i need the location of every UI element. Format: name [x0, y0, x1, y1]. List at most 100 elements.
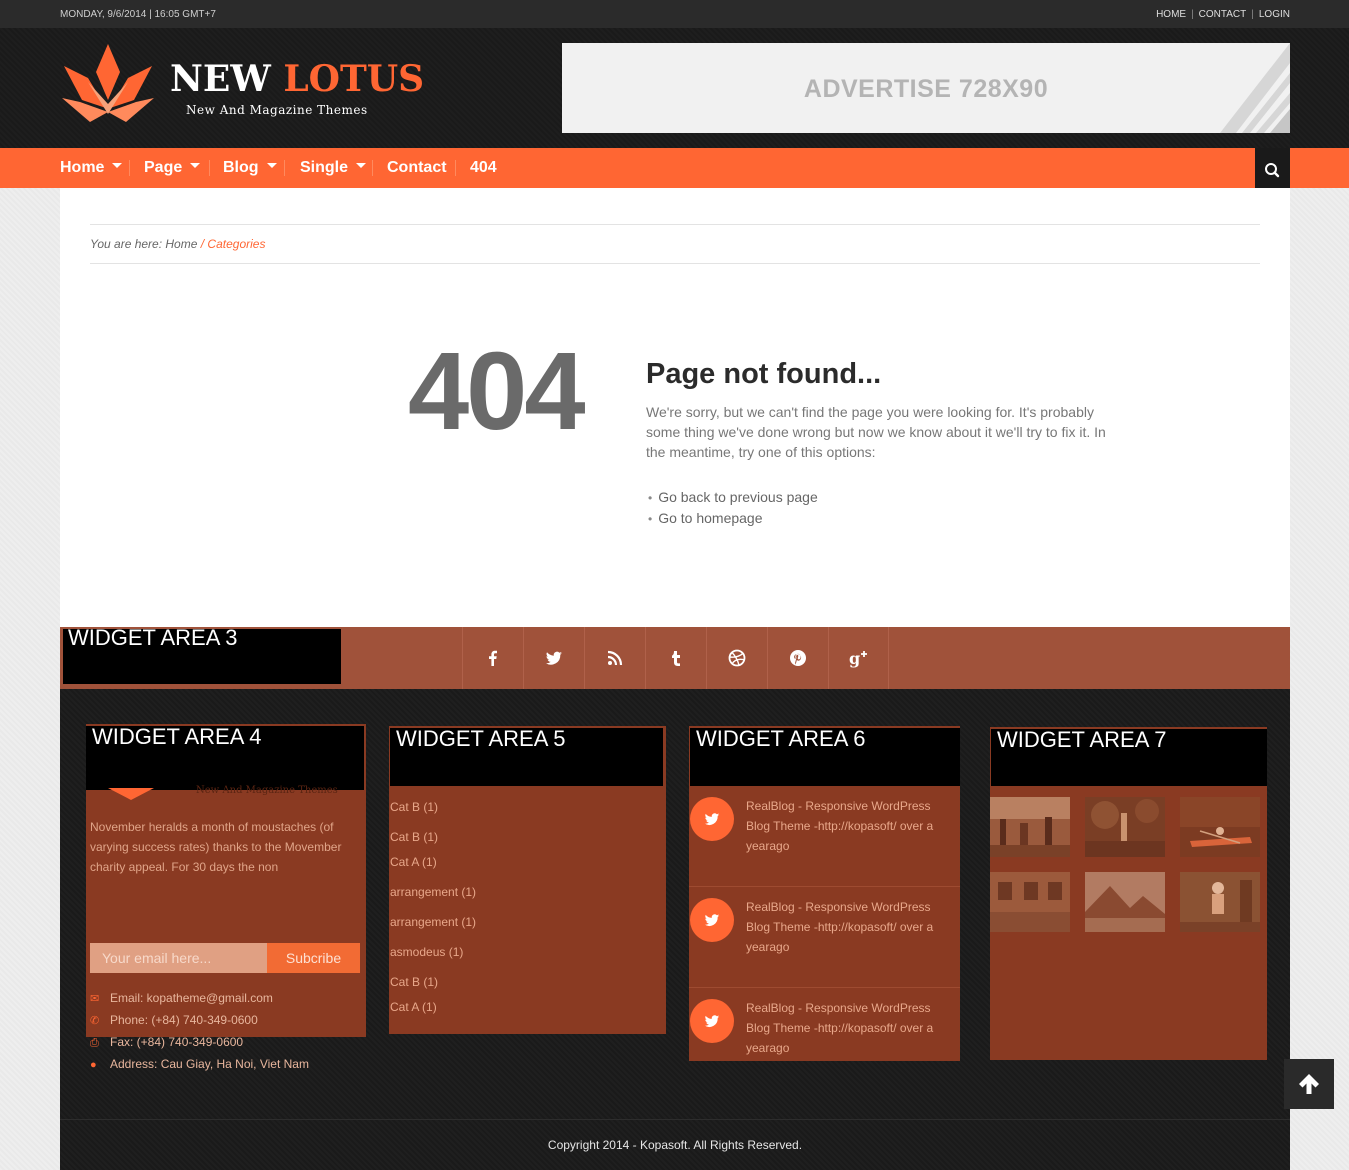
go-back-link[interactable]: Go back to previous page [648, 487, 818, 508]
lotus-logo-icon [108, 788, 154, 800]
date-time: MONDAY, 9/6/2014 | 16:05 GMT+7 [60, 9, 216, 20]
top-link-contact[interactable]: CONTACT [1199, 9, 1247, 20]
error-code: 404 [408, 330, 586, 453]
category-link[interactable]: Cat B (1) [390, 975, 438, 989]
breadcrumb-current: Categories [207, 237, 266, 251]
dribbble-icon[interactable] [706, 627, 767, 689]
breadcrumb-home-link[interactable]: Home [165, 237, 197, 251]
widget-logo-tagline: New And Magazine Themes [196, 785, 338, 796]
category-link[interactable]: Cat A (1) [390, 1000, 437, 1014]
widget-area-7-title: WIDGET AREA 7 [991, 729, 1267, 786]
back-to-top-button[interactable] [1284, 1059, 1334, 1109]
gallery-thumbnail[interactable] [1085, 872, 1165, 932]
arrow-up-icon [1299, 1074, 1319, 1094]
newsletter-email-input[interactable]: Your email here... [90, 943, 267, 973]
google-plus-icon[interactable]: g [828, 627, 889, 689]
fax-icon: ⎙ [90, 1037, 99, 1049]
tweet-text[interactable]: RealBlog - Responsive WordPress Blog The… [746, 998, 951, 1058]
main-content: You are here: Home / Categories 404 Page… [60, 188, 1290, 628]
nav-item-contact[interactable]: Contact [387, 148, 447, 188]
envelope-icon: ✉ [90, 993, 100, 1005]
twitter-icon [690, 999, 734, 1043]
site-tagline: New And Magazine Themes [186, 103, 368, 117]
nav-item-single[interactable]: Single [300, 148, 367, 188]
nav-label: Blog [223, 159, 259, 176]
subscribe-button[interactable]: Subcribe [267, 943, 360, 973]
ad-stripes-decoration [1220, 43, 1290, 133]
widget-area-5: WIDGET AREA 5 Cat B (1) Cat B (1) Cat A … [389, 726, 666, 1034]
top-links: HOME | CONTACT | LOGIN [1156, 9, 1290, 20]
site-title-accent: LOTUS [283, 58, 425, 100]
nav-divider [372, 160, 373, 176]
nav-item-page[interactable]: Page [144, 148, 201, 188]
site-title-main: NEW [170, 58, 284, 100]
tumblr-icon[interactable] [645, 627, 706, 689]
ad-banner[interactable]: ADVERTISE 728X90 [562, 43, 1290, 133]
contact-address: ● Address: Cau Giay, Ha Noi, Viet Nam [90, 1057, 309, 1071]
search-icon [1265, 163, 1280, 178]
widget-area-4-title: WIDGET AREA 4 [86, 726, 364, 790]
nav-label: Single [300, 159, 349, 176]
nav-item-404[interactable]: 404 [470, 148, 497, 188]
contact-fax: ⎙ Fax: (+84) 740-349-0600 [90, 1035, 243, 1050]
phone-icon: ✆ [90, 1015, 100, 1027]
category-link[interactable]: Cat A (1) [390, 855, 437, 869]
pinterest-icon[interactable] [767, 627, 828, 689]
twitter-icon[interactable] [523, 627, 584, 689]
category-link[interactable]: Cat B (1) [390, 830, 438, 844]
tweet-item: RealBlog - Responsive WordPress Blog The… [689, 988, 960, 1089]
nav-label: 404 [470, 159, 497, 176]
gallery-thumbnail[interactable] [990, 797, 1070, 857]
nav-item-home[interactable]: Home [60, 148, 123, 188]
site-title[interactable]: NEW LOTUS [170, 58, 424, 100]
rss-icon[interactable] [584, 627, 645, 689]
breadcrumb-separator: / [197, 237, 208, 251]
top-link-home[interactable]: HOME [1156, 9, 1186, 20]
breadcrumb: You are here: Home / Categories [90, 224, 1260, 264]
svg-text:g: g [849, 649, 860, 668]
gallery-thumbnail[interactable] [1180, 797, 1260, 857]
nav-divider [455, 160, 456, 176]
tweet-text[interactable]: RealBlog - Responsive WordPress Blog The… [746, 897, 951, 957]
go-home-link[interactable]: Go to homepage [648, 508, 818, 529]
contact-phone: ✆ Phone: (+84) 740-349-0600 [90, 1013, 258, 1027]
chevron-down-icon [266, 163, 277, 169]
nav-item-blog[interactable]: Blog [223, 148, 277, 188]
twitter-icon [690, 797, 734, 841]
nav-divider [209, 160, 210, 176]
contact-email-text: Email: kopatheme@gmail.com [110, 991, 273, 1005]
nav-divider [129, 160, 130, 176]
error-options-list: Go back to previous page Go to homepage [648, 487, 818, 529]
gallery-thumbnail[interactable] [1180, 872, 1260, 932]
gallery-thumbnail[interactable] [990, 872, 1070, 932]
page-title: Page not found... [646, 358, 882, 390]
category-link[interactable]: Cat B (1) [390, 800, 438, 814]
category-link[interactable]: arrangement (1) [390, 915, 476, 929]
tweet-text[interactable]: RealBlog - Responsive WordPress Blog The… [746, 796, 951, 856]
chevron-down-icon [190, 163, 201, 169]
tweet-item: RealBlog - Responsive WordPress Blog The… [689, 887, 960, 988]
contact-address-text: Address: Cau Giay, Ha Noi, Viet Nam [110, 1057, 309, 1071]
widget-area-6-title: WIDGET AREA 6 [690, 728, 960, 786]
lotus-logo-icon[interactable] [60, 42, 156, 124]
search-button[interactable] [1255, 148, 1290, 188]
facebook-icon[interactable] [462, 627, 523, 689]
about-text: November heralds a month of moustaches (… [90, 820, 342, 874]
chevron-down-icon [356, 163, 367, 169]
copyright: Copyright 2014 - Kopasoft. All Rights Re… [60, 1119, 1290, 1170]
top-link-login[interactable]: LOGIN [1259, 9, 1290, 20]
main-nav: Home Page Blog Single Contact 404 [0, 148, 1349, 188]
site-footer: WIDGET AREA 4 New And Magazine Themes No… [60, 689, 1290, 1170]
social-bar: WIDGET AREA 3 g [60, 627, 1290, 689]
nav-label: Page [144, 159, 183, 176]
nav-divider [284, 160, 285, 176]
breadcrumb-prefix: You are here: [90, 237, 166, 251]
category-link[interactable]: asmodeus (1) [390, 945, 463, 959]
contact-phone-text: Phone: (+84) 740-349-0600 [110, 1013, 258, 1027]
globe-icon: ● [90, 1059, 97, 1071]
widget-area-5-title: WIDGET AREA 5 [390, 728, 663, 786]
gallery-thumbnail[interactable] [1085, 797, 1165, 857]
site-header: NEW LOTUS New And Magazine Themes ADVERT… [0, 28, 1349, 148]
category-link[interactable]: arrangement (1) [390, 885, 476, 899]
widget-area-7: WIDGET AREA 7 [990, 727, 1267, 1060]
